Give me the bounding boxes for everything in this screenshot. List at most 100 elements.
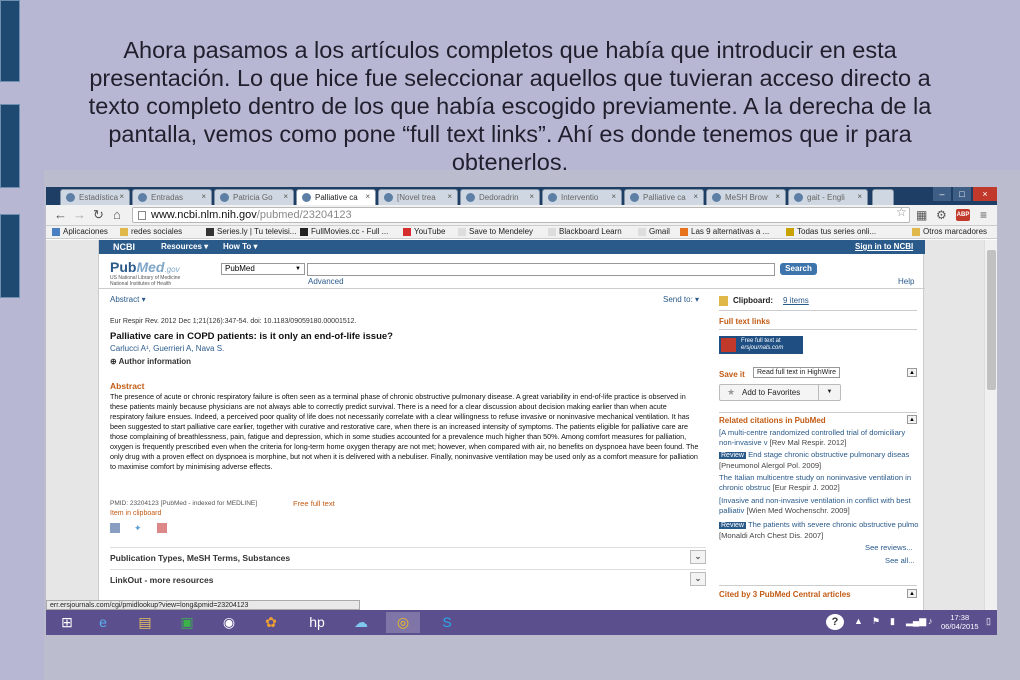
browser-tab[interactable]: Palliative ca × [624, 189, 704, 205]
minimize-icon[interactable]: – [933, 187, 951, 201]
bookmark-item[interactable]: Las 9 alternativas a ... [680, 227, 769, 236]
ers-full-text-button[interactable]: Free full text at ersjournals.com [719, 336, 803, 354]
bookmark-item[interactable]: Aplicaciones [52, 227, 108, 236]
send-to-menu[interactable]: Send to: ▾ [663, 295, 699, 304]
close-tab-icon[interactable]: × [283, 192, 288, 201]
forward-icon[interactable]: → [73, 208, 86, 222]
signal-icon[interactable]: ▂▄▆ [906, 616, 926, 627]
bookmark-item[interactable]: Series.ly | Tu televisi... [206, 227, 296, 236]
facebook-icon[interactable] [110, 523, 120, 533]
help-icon[interactable]: ? [826, 614, 844, 630]
chevron-down-icon[interactable]: ⌄ [690, 550, 706, 564]
tray-arrow-icon[interactable]: ▲ [854, 616, 863, 626]
reload-icon[interactable]: ↻ [93, 208, 104, 222]
new-tab-button[interactable] [872, 189, 894, 205]
collapse-icon[interactable]: ▲ [907, 589, 917, 598]
close-tab-icon[interactable]: × [365, 192, 370, 201]
related-citation[interactable]: Review End stage chronic obstructive pul… [719, 450, 919, 470]
publication-types-expander[interactable]: Publication Types, MeSH Terms, Substance… [110, 547, 706, 567]
search-input[interactable] [307, 263, 775, 276]
browser-tab[interactable]: Interventio × [542, 189, 622, 205]
browser-tab-active[interactable]: Palliative ca × [296, 189, 376, 205]
close-tab-icon[interactable]: × [693, 192, 698, 201]
bookmark-item[interactable]: YouTube [403, 227, 445, 236]
close-tab-icon[interactable]: × [529, 192, 534, 201]
search-button[interactable]: Search [780, 263, 817, 275]
close-tab-icon[interactable]: × [611, 192, 616, 201]
scrollbar-thumb[interactable] [987, 250, 996, 390]
pubmed-logo[interactable]: PubMed.gov US National Library of Medici… [110, 259, 180, 287]
store-icon[interactable]: ▣ [170, 612, 204, 633]
cloud-app-icon[interactable]: ☁ [344, 612, 378, 633]
resources-menu[interactable]: Resources ▾ [161, 242, 208, 251]
see-all-link[interactable]: See all... [885, 556, 915, 565]
browser-tab[interactable]: Dedoradrin × [460, 189, 540, 205]
browser-tab[interactable]: Estadística × [60, 189, 130, 205]
collapse-icon[interactable]: ▲ [907, 368, 917, 377]
related-citation[interactable]: [A multi-centre randomized controlled tr… [719, 428, 919, 447]
close-tab-icon[interactable]: × [447, 192, 452, 201]
extension-icon[interactable]: ▦ [916, 208, 927, 222]
bookmark-item[interactable]: FullMovies.cc - Full ... [300, 227, 388, 236]
author-info-toggle[interactable]: ⊕ Author information [110, 357, 191, 366]
collapse-icon[interactable]: ▲ [907, 415, 917, 424]
chevron-down-icon[interactable]: ⌄ [690, 572, 706, 586]
howto-menu[interactable]: How To ▾ [223, 242, 258, 251]
close-tab-icon[interactable]: × [201, 192, 206, 201]
bookmark-star-icon[interactable]: ☆ [896, 205, 907, 219]
bookmark-item[interactable]: Blackboard Learn [548, 227, 622, 236]
close-window-icon[interactable]: × [973, 187, 997, 201]
system-clock[interactable]: 17:38 06/04/2015 [941, 613, 979, 631]
see-reviews-link[interactable]: See reviews... [865, 543, 913, 552]
flag-icon[interactable]: ⚑ [872, 616, 880, 627]
extension-icon[interactable]: ⚙ [936, 208, 947, 222]
linkout-expander[interactable]: LinkOut - more resources ⌄ [110, 569, 706, 589]
database-select[interactable]: PubMed [221, 263, 305, 275]
windows-start-icon[interactable]: ⊞ [50, 612, 84, 633]
help-link[interactable]: Help [898, 277, 914, 286]
photos-icon[interactable]: ✿ [254, 612, 288, 633]
address-bar[interactable]: www.ncbi.nlm.nih.gov/pubmed/23204123 [132, 207, 910, 223]
volume-icon[interactable]: ♪ [928, 616, 933, 626]
file-explorer-icon[interactable]: ▤ [128, 612, 162, 633]
ncbi-logo[interactable]: NCBI [113, 242, 135, 252]
related-citation[interactable]: The Italian multicentre study on noninva… [719, 473, 919, 492]
browser-tab[interactable]: MeSH Brow × [706, 189, 786, 205]
home-icon[interactable]: ⌂ [113, 208, 121, 222]
article-citation[interactable]: Eur Respir Rev. 2012 Dec 1;21(126):347-5… [110, 318, 356, 325]
free-full-text-link[interactable]: Free full text [293, 499, 335, 508]
menu-icon[interactable]: ≡ [980, 208, 987, 222]
advanced-link[interactable]: Advanced [308, 277, 344, 286]
hp-icon[interactable]: hp [300, 612, 334, 633]
media-player-icon[interactable]: ◉ [212, 612, 246, 633]
authors[interactable]: Carlucci A¹, Guerrieri A, Nava S. [110, 344, 224, 353]
chrome-icon[interactable]: ◎ [386, 612, 420, 633]
related-citation[interactable]: [Invasive and non-invasive ventilation i… [719, 496, 919, 515]
googleplus-icon[interactable] [157, 523, 167, 533]
signin-link[interactable]: Sign in to NCBI [855, 242, 913, 251]
browser-tab[interactable]: Entradas × [132, 189, 212, 205]
item-in-clipboard[interactable]: Item in clipboard [110, 510, 161, 517]
browser-tab[interactable]: [Novel trea × [378, 189, 458, 205]
vertical-scrollbar[interactable] [984, 240, 997, 610]
network-icon[interactable]: ▮ [890, 616, 895, 627]
clipboard-items-link[interactable]: 9 items [783, 296, 809, 305]
internet-explorer-icon[interactable]: e [86, 612, 120, 633]
bookmark-item[interactable]: redes sociales [120, 227, 182, 236]
close-tab-icon[interactable]: × [119, 192, 124, 201]
browser-tab[interactable]: gait - Engli × [788, 189, 868, 205]
bookmark-item[interactable]: Todas tus series onli... [786, 227, 876, 236]
back-icon[interactable]: ← [54, 208, 67, 222]
bookmark-item[interactable]: Otros marcadores [912, 227, 987, 236]
dropdown-icon[interactable]: ▼ [818, 385, 840, 400]
adblock-icon[interactable]: ABP [956, 209, 970, 221]
format-menu[interactable]: Abstract ▾ [110, 295, 146, 304]
maximize-icon[interactable]: □ [953, 187, 971, 201]
close-tab-icon[interactable]: × [857, 192, 862, 201]
add-to-favorites-button[interactable]: ★ Add to Favorites ▼ [719, 384, 841, 401]
notification-icon[interactable]: ▯ [986, 616, 991, 627]
browser-tab[interactable]: Patricia Go × [214, 189, 294, 205]
bookmark-item[interactable]: Gmail [638, 227, 670, 236]
bookmark-item[interactable]: Save to Mendeley [458, 227, 533, 236]
twitter-icon[interactable]: ✦ [134, 523, 142, 534]
